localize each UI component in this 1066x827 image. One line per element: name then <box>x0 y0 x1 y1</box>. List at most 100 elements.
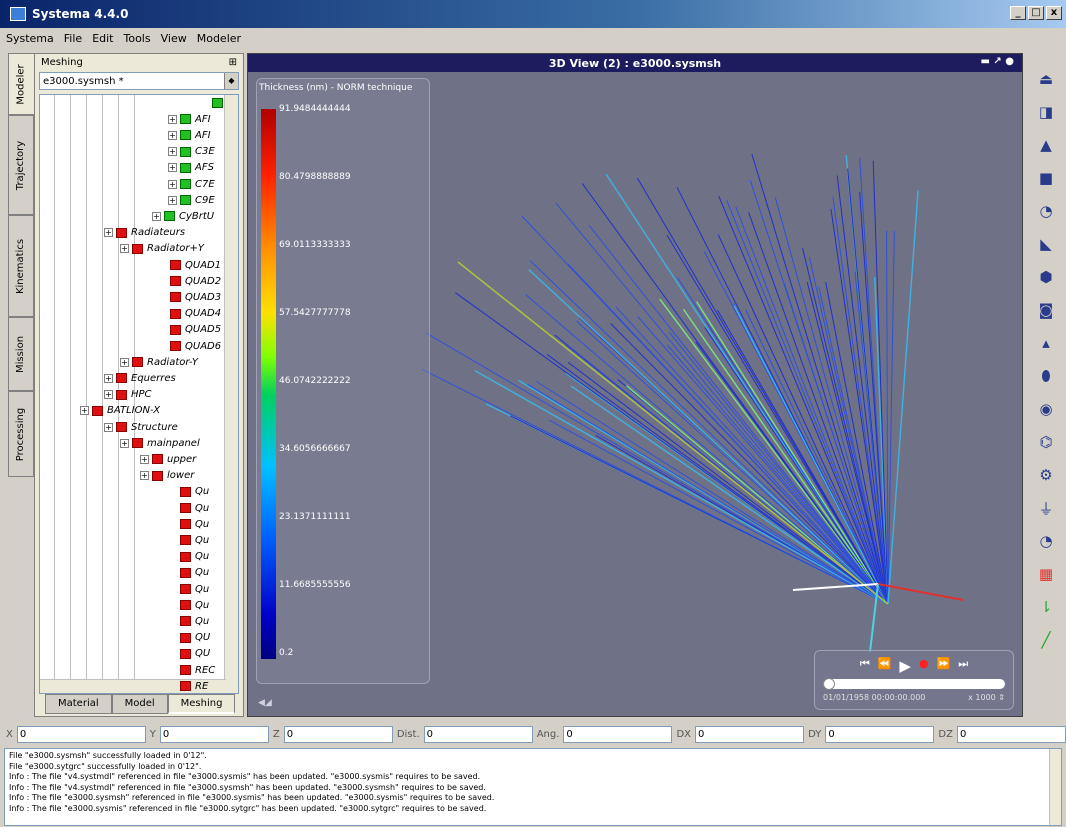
toolbar-tool-icon[interactable]: ⬮ <box>1035 366 1057 386</box>
tree-node[interactable]: + C7E <box>168 176 215 192</box>
tab-model[interactable]: Model <box>111 694 168 714</box>
tree-node[interactable]: + Radiator-Y <box>120 354 198 370</box>
expand-icon[interactable]: + <box>120 244 129 254</box>
expand-icon[interactable]: + <box>120 438 129 448</box>
tab-meshing[interactable]: Meshing <box>167 694 236 714</box>
expand-icon[interactable]: + <box>168 179 177 189</box>
tree-node[interactable]: REC <box>180 662 215 678</box>
expand-icon[interactable]: + <box>140 471 149 481</box>
toolbar-tool-icon[interactable]: ⬢ <box>1035 267 1057 287</box>
tree-node[interactable]: + HPC <box>104 387 152 403</box>
first-frame-icon[interactable]: ⏮ <box>860 657 870 675</box>
toolbar-tool-icon[interactable]: ◣ <box>1035 234 1057 254</box>
tab-processing[interactable]: Processing <box>8 391 34 477</box>
maximize-button[interactable]: □ <box>1028 6 1044 20</box>
expand-icon[interactable]: + <box>80 406 89 416</box>
tree-node[interactable]: + Equerres <box>104 370 176 386</box>
tree-node[interactable]: + upper <box>140 451 196 467</box>
tree-node[interactable]: + Radiator+Y <box>120 241 204 257</box>
tree-node[interactable]: + AFS <box>168 160 214 176</box>
expand-icon[interactable]: + <box>104 228 113 238</box>
menu-tools[interactable]: Tools <box>124 32 151 45</box>
menu-modeler[interactable]: Modeler <box>197 32 241 45</box>
expand-icon[interactable]: + <box>152 211 161 221</box>
tree-node[interactable]: + Structure <box>104 419 178 435</box>
expand-icon[interactable]: + <box>120 357 129 367</box>
expand-icon[interactable]: + <box>168 114 177 124</box>
toolbar-tool-icon[interactable]: ◔ <box>1035 531 1057 551</box>
last-frame-icon[interactable]: ⏭ <box>958 657 968 675</box>
expand-icon[interactable]: + <box>104 422 113 432</box>
tree-node[interactable]: + Radiateurs <box>104 225 185 241</box>
coord-field-ang[interactable]: 0 <box>563 725 673 743</box>
rewind-icon[interactable]: ⏪ <box>878 657 892 675</box>
tree-node[interactable]: Qu <box>180 581 209 597</box>
toolbar-tool-icon[interactable]: ╱ <box>1035 630 1057 650</box>
tree-node[interactable]: Qu <box>180 500 209 516</box>
tree-node[interactable]: Qu <box>180 516 209 532</box>
toolbar-tool-icon[interactable]: ◨ <box>1035 102 1057 122</box>
tab-modeler[interactable]: Modeler <box>8 53 34 115</box>
expand-icon[interactable]: + <box>104 373 113 383</box>
tree-node[interactable]: QUAD5 <box>170 322 221 338</box>
tree-node[interactable]: QUAD3 <box>170 289 221 305</box>
toolbar-tool-icon[interactable]: ▲ <box>1035 135 1057 155</box>
view-window-controls[interactable]: ▬ ↗ ● <box>980 56 1014 67</box>
menu-edit[interactable]: Edit <box>92 32 113 45</box>
tree-node[interactable]: + AFI <box>168 127 211 143</box>
tab-mission[interactable]: Mission <box>8 317 34 391</box>
coord-field-dx[interactable]: 0 <box>695 725 805 743</box>
minimize-button[interactable]: _ <box>1010 6 1026 20</box>
pin-icon[interactable]: ⊞ <box>229 57 237 68</box>
tree-node[interactable]: QU <box>180 646 210 662</box>
tree-node[interactable]: QU <box>180 630 210 646</box>
tree-node[interactable]: Qu <box>180 597 209 613</box>
tree-vertical-scrollbar[interactable] <box>224 95 238 693</box>
toolbar-tool-icon[interactable]: ▴ <box>1035 333 1057 353</box>
player-speed[interactable]: x 1000 ⇕ <box>968 693 1005 702</box>
tree-node[interactable]: Qu <box>180 549 209 565</box>
tree-node[interactable]: Qu <box>180 565 209 581</box>
toolbar-tool-icon[interactable]: ▦ <box>1035 564 1057 584</box>
toolbar-tool-icon[interactable]: ◙ <box>1035 300 1057 320</box>
coord-field-dy[interactable]: 0 <box>825 725 935 743</box>
toolbar-tool-icon[interactable]: ■ <box>1035 168 1057 188</box>
tab-kinematics[interactable]: Kinematics <box>8 215 34 317</box>
toolbar-tool-icon[interactable]: ⌬ <box>1035 432 1057 452</box>
toolbar-tool-icon[interactable]: ⚙ <box>1035 465 1057 485</box>
tree-node[interactable]: + C3E <box>168 144 215 160</box>
expand-icon[interactable]: + <box>140 454 149 464</box>
view-corner-icon[interactable]: ◀◢ <box>258 698 272 708</box>
expand-icon[interactable]: + <box>168 195 177 205</box>
mesh-tree[interactable]: + AFI + AFI + C3E + AFS + C7E + C9E + CyBrtU + Radiateu… <box>39 94 239 694</box>
coord-field-dz[interactable]: 0 <box>956 725 1066 743</box>
forward-icon[interactable]: ⏩ <box>937 657 951 675</box>
toolbar-tool-icon[interactable]: ◉ <box>1035 399 1057 419</box>
tree-node[interactable]: Qu <box>180 484 209 500</box>
toolbar-tool-icon[interactable]: ◔ <box>1035 201 1057 221</box>
timeline-slider[interactable] <box>823 678 1005 690</box>
toolbar-tool-icon[interactable]: ⏚ <box>1035 498 1057 518</box>
toolbar-tool-icon[interactable]: ⏏ <box>1035 69 1057 89</box>
expand-icon[interactable]: + <box>104 390 113 400</box>
tree-node[interactable]: + BATLION-X <box>80 403 160 419</box>
tree-node[interactable]: RE <box>180 678 208 693</box>
tree-node[interactable]: QUAD2 <box>170 273 221 289</box>
tree-node[interactable]: + lower <box>140 468 194 484</box>
tree-node[interactable]: Qu <box>180 613 209 629</box>
expand-icon[interactable]: + <box>168 130 177 140</box>
expand-icon[interactable]: + <box>168 163 177 173</box>
timeline-knob[interactable] <box>823 678 835 690</box>
coord-field-y[interactable]: 0 <box>159 725 269 743</box>
play-icon[interactable]: ▶ <box>899 657 911 675</box>
menu-systema[interactable]: Systema <box>6 32 54 45</box>
coord-field-x[interactable]: 0 <box>16 725 146 743</box>
tree-node[interactable]: Qu <box>180 532 209 548</box>
tree-node[interactable]: + CyBrtU <box>152 208 214 224</box>
expand-icon[interactable]: + <box>168 147 177 157</box>
tree-node[interactable]: + AFI <box>168 111 211 127</box>
tree-node[interactable] <box>212 95 227 111</box>
tab-material[interactable]: Material <box>45 694 112 714</box>
tree-node[interactable]: QUAD4 <box>170 306 221 322</box>
close-button[interactable]: x <box>1046 6 1062 20</box>
